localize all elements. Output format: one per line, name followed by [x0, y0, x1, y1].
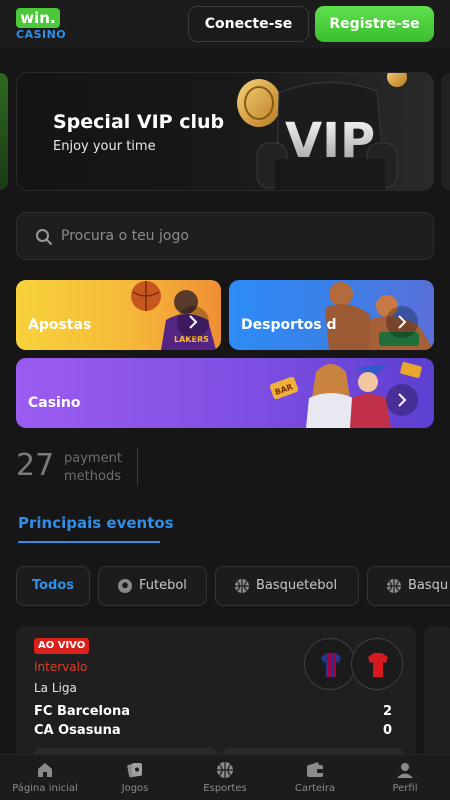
- category-casino[interactable]: BAR Casino: [16, 358, 434, 428]
- nav-label: Jogos: [121, 783, 149, 794]
- nav-item-perfil[interactable]: Perfil: [360, 755, 450, 800]
- basketball-icon: [387, 579, 401, 593]
- event-league: La Liga: [34, 681, 77, 695]
- nav-item-jogos[interactable]: Jogos: [90, 755, 180, 800]
- banner-prev-slide[interactable]: [0, 73, 8, 190]
- soccer-ball-icon: [118, 579, 132, 593]
- win-casino-logo[interactable]: win. CASINO: [16, 8, 67, 41]
- logo-wordmark: win.: [16, 8, 60, 28]
- chip-label: Basquetebol: [256, 578, 338, 593]
- payment-methods-count: 27: [16, 448, 55, 483]
- away-team-kit-icon: [351, 638, 403, 690]
- nav-item-esportes[interactable]: Esportes: [180, 755, 270, 800]
- category-label: Casino: [28, 395, 81, 411]
- vip-club-banner[interactable]: Special VIP club Enjoy your time VIP: [16, 72, 434, 191]
- team-name: CA Osasuna: [34, 723, 121, 738]
- filter-chip-todos[interactable]: Todos: [16, 566, 90, 606]
- logo-casino-text: CASINO: [16, 28, 67, 41]
- live-badge: AO VIVO: [34, 638, 90, 654]
- team-row: CA Osasuna 0: [34, 723, 392, 738]
- payment-methods-label: payment methods: [64, 451, 122, 484]
- filter-chip-futebol[interactable]: Futebol: [98, 566, 207, 606]
- search-input[interactable]: [61, 213, 421, 259]
- home-team-kit-icon: [304, 638, 356, 690]
- category-apostas[interactable]: LAKERS Apostas: [16, 280, 221, 350]
- category-label: Desportos d: [241, 317, 337, 333]
- team-score: 0: [382, 723, 392, 738]
- chip-label: Basqu: [408, 578, 449, 593]
- wallet-icon: [307, 762, 323, 777]
- banner-subtitle: Enjoy your time: [53, 139, 156, 154]
- team-row: FC Barcelona 2: [34, 704, 392, 719]
- nav-label: Página inicial: [12, 783, 78, 794]
- casino-characters-illustration: BAR: [269, 362, 422, 428]
- category-desportos[interactable]: Desportos d: [229, 280, 434, 350]
- nav-item-carteira[interactable]: Carteira: [270, 755, 360, 800]
- chevron-right-icon[interactable]: [386, 384, 418, 416]
- login-button[interactable]: Conecte-se: [188, 6, 309, 42]
- category-label: Apostas: [28, 317, 92, 333]
- banner-art-text: VIP: [285, 113, 375, 169]
- team-name: FC Barcelona: [34, 704, 130, 719]
- banner-title: Special VIP club: [53, 111, 225, 133]
- filter-chip-basquetebol-2[interactable]: Basqu: [367, 566, 450, 606]
- divider: [137, 448, 138, 486]
- cards-icon: [127, 763, 142, 778]
- top-header: win. CASINO Conecte-se Registre-se: [0, 0, 450, 48]
- team-score: 2: [382, 704, 392, 719]
- event-status: Intervalo: [34, 660, 88, 674]
- chevron-right-icon[interactable]: [386, 306, 418, 338]
- home-icon: [38, 763, 52, 777]
- nav-label: Perfil: [392, 783, 418, 794]
- filter-chip-basquetebol[interactable]: Basquetebol: [215, 566, 359, 606]
- section-title-underline: [18, 541, 160, 543]
- game-search-box[interactable]: [16, 212, 434, 260]
- section-title-principais-eventos[interactable]: Principais eventos: [18, 514, 174, 532]
- user-icon: [397, 763, 413, 778]
- register-button[interactable]: Registre-se: [315, 6, 434, 42]
- bottom-navigation: Página inicial Jogos Esportes Carteira P…: [0, 754, 450, 800]
- banner-next-slide[interactable]: [441, 73, 450, 190]
- basketball-icon: [235, 579, 249, 593]
- chevron-right-icon[interactable]: [177, 306, 209, 338]
- search-icon: [36, 229, 52, 245]
- chip-label: Futebol: [139, 578, 187, 593]
- basketball-icon: [217, 762, 233, 778]
- nav-label: Esportes: [203, 783, 247, 794]
- nav-item-home[interactable]: Página inicial: [0, 755, 90, 800]
- vip-armchair-illustration: VIP: [237, 73, 407, 190]
- nav-label: Carteira: [294, 783, 336, 794]
